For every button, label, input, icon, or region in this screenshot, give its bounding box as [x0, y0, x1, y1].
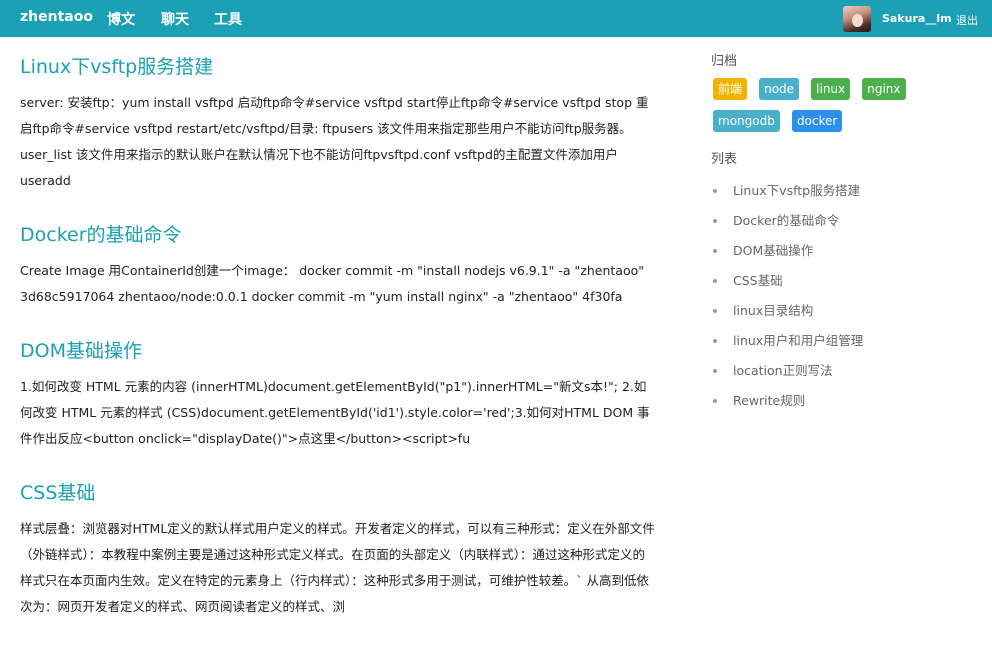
- post-list-item[interactable]: Rewrite规则: [711, 386, 971, 416]
- tag-node[interactable]: node: [759, 78, 800, 100]
- tag-linux[interactable]: linux: [811, 78, 851, 100]
- nav-item-blog[interactable]: 博文: [107, 9, 135, 29]
- post-list-item[interactable]: DOM基础操作: [711, 236, 971, 266]
- brand-link[interactable]: zhentaoo: [20, 9, 93, 25]
- tag-cloud: 前端 node linux nginx mongodb docker: [711, 78, 951, 142]
- post-excerpt: server: 安装ftp：yum install vsftpd 启动ftp命令…: [20, 95, 649, 188]
- avatar-face: [852, 14, 863, 27]
- post-list-item[interactable]: CSS基础: [711, 266, 971, 296]
- post-list: Linux下vsftp服务搭建 Docker的基础命令 DOM基础操作 CSS基…: [711, 176, 971, 416]
- post-excerpt: 样式层叠：浏览器对HTML定义的默认样式用户定义的样式。开发者定义的样式，可以有…: [20, 521, 655, 614]
- tag-frontend[interactable]: 前端: [713, 78, 748, 100]
- post-title-link[interactable]: Linux下vsftp服务搭建: [20, 54, 660, 80]
- post-excerpt: Create Image 用ContainerId创建一个image： dock…: [20, 263, 644, 304]
- post-feed: Linux下vsftp服务搭建 server: 安装ftp：yum instal…: [20, 54, 660, 648]
- post-list-item[interactable]: linux目录结构: [711, 296, 971, 326]
- post-excerpt: 1.如何改变 HTML 元素的内容 (innerHTML)document.ge…: [20, 379, 650, 446]
- post-item: DOM基础操作 1.如何改变 HTML 元素的内容 (innerHTML)doc…: [20, 338, 660, 452]
- logout-link[interactable]: 退出: [956, 12, 978, 28]
- sidebar: 归档 前端 node linux nginx mongodb docker 列表…: [711, 52, 971, 416]
- post-title-link[interactable]: DOM基础操作: [20, 338, 660, 364]
- user-avatar[interactable]: [843, 6, 871, 32]
- post-title-link[interactable]: Docker的基础命令: [20, 222, 660, 248]
- archive-heading: 归档: [711, 54, 738, 69]
- username[interactable]: Sakura__lm: [882, 12, 952, 25]
- post-list-item[interactable]: Linux下vsftp服务搭建: [711, 176, 971, 206]
- tag-mongodb[interactable]: mongodb: [713, 110, 780, 132]
- nav-item-chat[interactable]: 聊天: [161, 9, 189, 29]
- post-item: Docker的基础命令 Create Image 用ContainerId创建一…: [20, 222, 660, 310]
- post-list-item[interactable]: location正则写法: [711, 356, 971, 386]
- tag-nginx[interactable]: nginx: [862, 78, 906, 100]
- post-item: CSS基础 样式层叠：浏览器对HTML定义的默认样式用户定义的样式。开发者定义的…: [20, 480, 660, 620]
- post-title-link[interactable]: CSS基础: [20, 480, 660, 506]
- tag-docker[interactable]: docker: [791, 110, 843, 132]
- post-list-item[interactable]: linux用户和用户组管理: [711, 326, 971, 356]
- nav-item-tools[interactable]: 工具: [214, 9, 242, 29]
- top-navbar: zhentaoo 博文 聊天 工具 Sakura__lm 退出: [0, 0, 992, 37]
- post-list-item[interactable]: Docker的基础命令: [711, 206, 971, 236]
- post-item: Linux下vsftp服务搭建 server: 安装ftp：yum instal…: [20, 54, 660, 194]
- list-heading: 列表: [711, 152, 738, 167]
